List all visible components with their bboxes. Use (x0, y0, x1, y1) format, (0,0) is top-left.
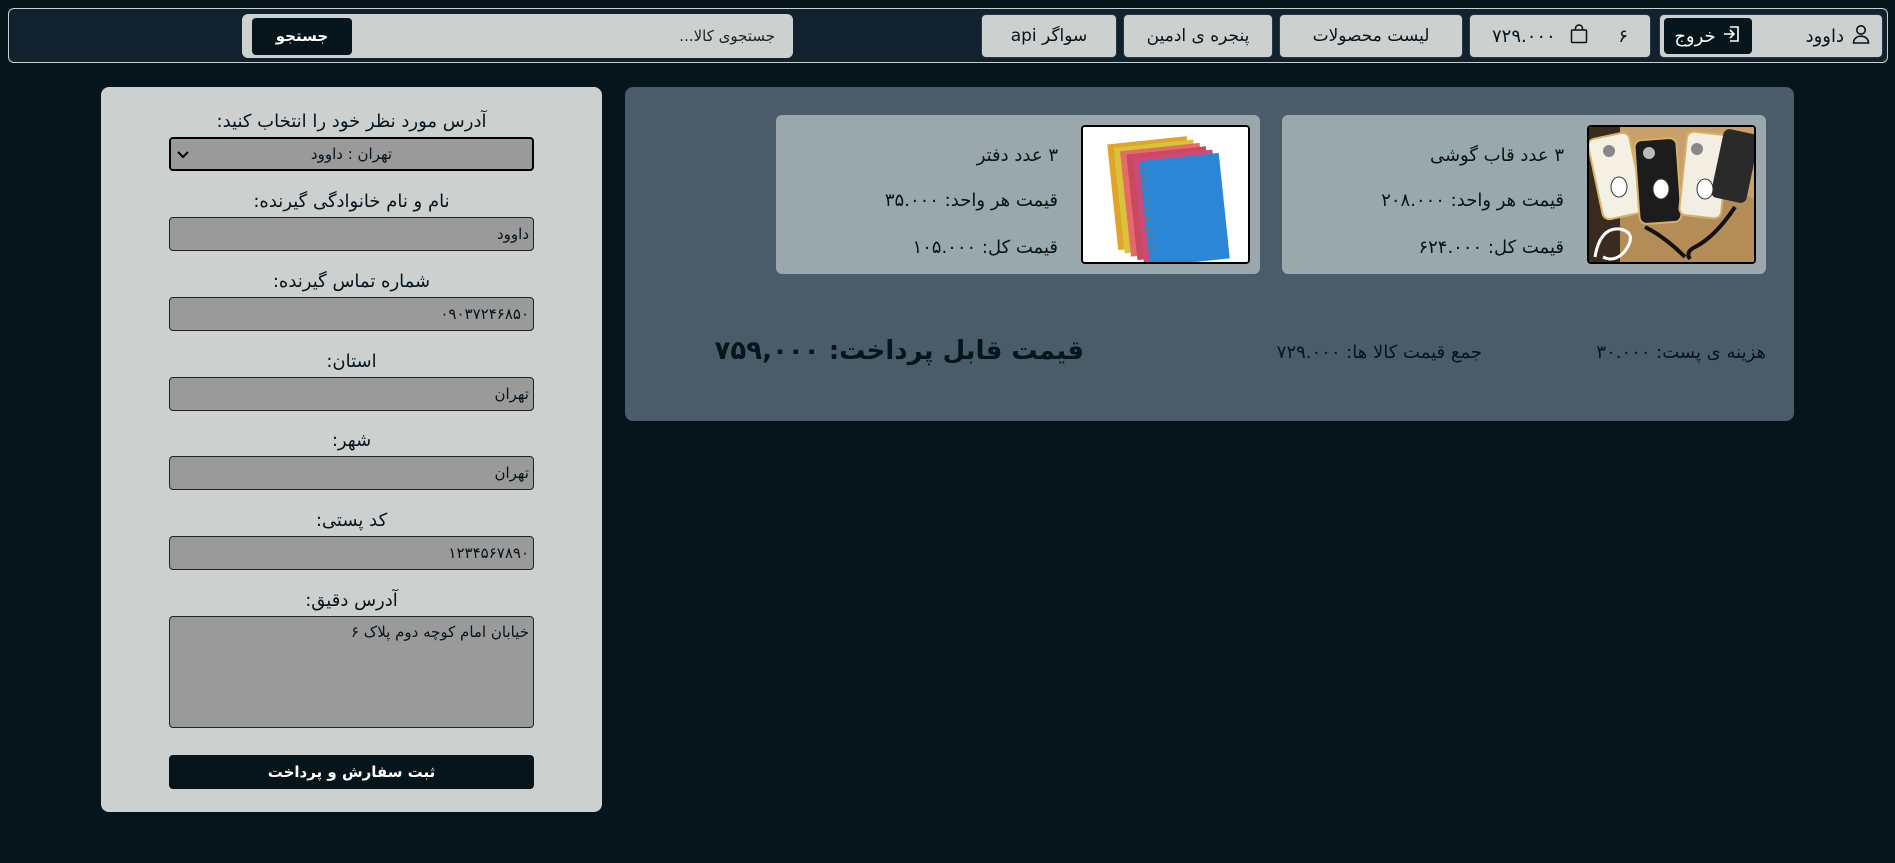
postal-code-label: کد پستی: (315, 510, 388, 531)
swagger-api-label: سواگر api (1010, 26, 1088, 46)
receiver-phone-label: شماره تماس گیرنده: (272, 271, 431, 292)
product-title: ۳ عدد دفتر (976, 145, 1058, 166)
admin-panel-button[interactable]: پنجره ی ادمین (1123, 14, 1273, 58)
city-label: شهر: (331, 430, 372, 451)
user-name-group[interactable]: داوود (1806, 24, 1870, 49)
top-navbar: داوود خروج ۶ ۷۲۹.۰۰۰ لیست محصولات پنجره … (8, 8, 1888, 63)
province-label: استان: (326, 351, 377, 372)
logout-button[interactable]: خروج (1664, 18, 1752, 54)
product-total-price: قیمت کل: ۱۰۵.۰۰۰ (912, 237, 1058, 258)
products-list-label: لیست محصولات (1312, 26, 1430, 46)
product-title: ۳ عدد قاب گوشی (1429, 145, 1564, 166)
cart-item-card: ۳ عدد دفتر قیمت هر واحد: ۳۵.۰۰۰ قیمت کل:… (776, 115, 1260, 274)
product-unit-price: قیمت هر واحد: ۲۰۸.۰۰۰ (1381, 190, 1564, 211)
address-select[interactable]: تهران : داوود (169, 137, 534, 171)
user-box: داوود خروج (1659, 14, 1883, 58)
product-total-price: قیمت کل: ۶۲۴.۰۰۰ (1418, 237, 1564, 258)
shopping-bag-icon (1570, 23, 1588, 49)
search-input[interactable] (352, 18, 783, 54)
user-icon (1852, 24, 1870, 49)
cart-panel: ۳ عدد قاب گوشی قیمت هر واحد: ۲۰۸.۰۰۰ قیم… (625, 87, 1794, 421)
search-button[interactable]: جستجو (252, 17, 352, 55)
receiver-name-field[interactable]: داوود (169, 217, 534, 251)
address-textarea[interactable]: خیابان امام کوچه دوم پلاک ۶ (169, 616, 534, 728)
postal-code-field[interactable]: ۱۲۳۴۵۶۷۸۹۰ (169, 536, 534, 570)
address-label: آدرس دقیق: (305, 590, 398, 611)
address-select-label: آدرس مورد نظر خود را انتخاب کنید: (216, 111, 487, 132)
checkout-form: آدرس مورد نظر خود را انتخاب کنید: تهران … (101, 87, 602, 812)
chevron-down-icon (177, 145, 189, 163)
payable-total: قیمت قابل پرداخت: ۷۵۹,۰۰۰ (714, 336, 1084, 366)
search-bar: جستجو (242, 14, 793, 58)
cart-count: ۶ (1618, 25, 1628, 47)
logout-icon (1722, 24, 1742, 49)
swagger-api-button[interactable]: سواگر api (981, 14, 1117, 58)
receiver-name-label: نام و نام خانوادگی گیرنده: (253, 191, 450, 212)
cart-item-card: ۳ عدد قاب گوشی قیمت هر واحد: ۲۰۸.۰۰۰ قیم… (1282, 115, 1766, 274)
products-list-button[interactable]: لیست محصولات (1279, 14, 1463, 58)
city-field[interactable]: تهران (169, 456, 534, 490)
items-sum: جمع قیمت کالا ها: ۷۲۹.۰۰۰ (1276, 342, 1482, 363)
cart-summary-button[interactable]: ۶ ۷۲۹.۰۰۰ (1469, 14, 1651, 58)
submit-order-button[interactable]: ثبت سفارش و پرداخت (169, 755, 534, 789)
phone-case-image (1587, 125, 1756, 264)
address-select-value: تهران : داوود (310, 145, 393, 163)
admin-panel-label: پنجره ی ادمین (1146, 26, 1250, 46)
shipping-cost: هزینه ی پست: ۳۰.۰۰۰ (1596, 342, 1766, 363)
logout-label: خروج (1674, 25, 1716, 47)
notebook-image (1081, 125, 1250, 264)
cart-total: ۷۲۹.۰۰۰ (1492, 25, 1556, 47)
product-unit-price: قیمت هر واحد: ۳۵.۰۰۰ (884, 190, 1058, 211)
user-name: داوود (1805, 25, 1844, 47)
cart-count-group: ۶ (1570, 23, 1628, 49)
receiver-phone-field[interactable]: ۰۹۰۳۷۲۴۶۸۵۰ (169, 297, 534, 331)
province-field[interactable]: تهران (169, 377, 534, 411)
